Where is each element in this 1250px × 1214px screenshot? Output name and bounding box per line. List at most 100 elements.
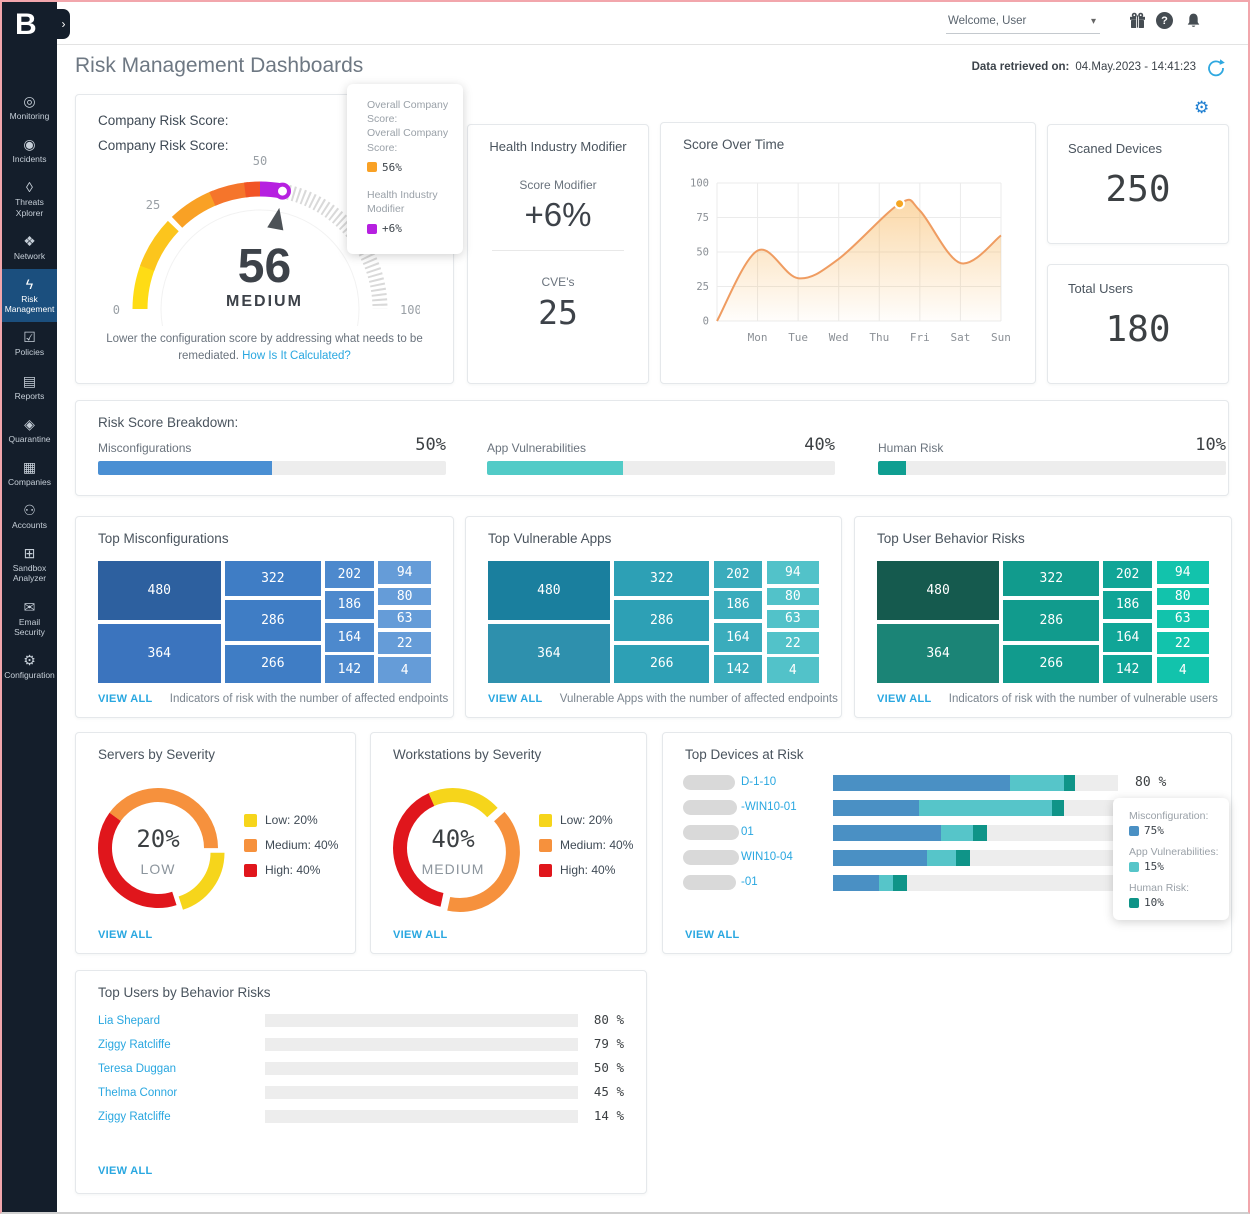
- sidebar-item[interactable]: ❖ Network: [2, 226, 57, 269]
- help-icon[interactable]: ?: [1156, 12, 1176, 32]
- treemap-tile[interactable]: 4: [1157, 657, 1209, 683]
- sidebar-item[interactable]: ◎ Monitoring: [2, 86, 57, 129]
- sidebar-item-label: Companies: [8, 477, 51, 487]
- user-link[interactable]: Thelma Connor: [98, 1087, 177, 1099]
- view-all-link[interactable]: VIEW ALL: [98, 929, 153, 941]
- treemap-tile[interactable]: 80: [378, 588, 431, 606]
- device-link[interactable]: -01: [741, 876, 758, 888]
- user-link[interactable]: Lia Shepard: [98, 1015, 160, 1027]
- user-link[interactable]: Ziggy Ratcliffe: [98, 1039, 171, 1051]
- sidebar-item[interactable]: ◊ Threats Xplorer: [2, 172, 57, 225]
- treemap-tile[interactable]: 364: [488, 624, 610, 683]
- sidebar-item[interactable]: ▤ Reports: [2, 366, 57, 409]
- sidebar-item-icon: ϟ: [26, 277, 33, 291]
- score-modifier-label: Score Modifier: [468, 178, 648, 192]
- gift-icon[interactable]: [1128, 12, 1148, 32]
- user-menu-dropdown[interactable]: Welcome, User ▾: [946, 12, 1100, 34]
- treemap-tile[interactable]: 202: [714, 561, 762, 588]
- device-link[interactable]: -WIN10-01: [741, 801, 797, 813]
- sidebar-item[interactable]: ⚙ Configuration: [2, 645, 57, 688]
- sidebar-item[interactable]: ◉ Incidents: [2, 129, 57, 172]
- user-row: Ziggy Ratcliffe 14 %: [98, 1107, 624, 1131]
- user-risk-bar: [265, 1062, 578, 1075]
- treemap-tile[interactable]: 142: [325, 655, 374, 683]
- view-all-link[interactable]: VIEW ALL: [685, 929, 740, 941]
- legend-item: High: 40%: [244, 863, 338, 877]
- treemap-tile[interactable]: 80: [1157, 588, 1209, 606]
- sidebar-item-icon: ▦: [23, 460, 36, 474]
- sidebar-collapse-button[interactable]: ›: [57, 9, 70, 39]
- sidebar-item[interactable]: ϟ Risk Management: [2, 269, 57, 322]
- treemap-tile[interactable]: 94: [1157, 561, 1209, 584]
- treemap-tile[interactable]: 322: [614, 561, 709, 596]
- treemap-tile[interactable]: 186: [714, 591, 762, 619]
- user-row: Ziggy Ratcliffe 79 %: [98, 1035, 624, 1059]
- user-link[interactable]: Ziggy Ratcliffe: [98, 1111, 171, 1123]
- treemap-tile[interactable]: 164: [714, 623, 762, 652]
- notifications-bell-icon[interactable]: [1184, 12, 1204, 32]
- how-is-it-calculated-link[interactable]: How Is It Calculated?: [242, 350, 351, 362]
- sidebar-item[interactable]: ▦ Companies: [2, 452, 57, 495]
- treemap-tile[interactable]: 63: [767, 610, 819, 629]
- view-all-link[interactable]: VIEW ALL: [393, 929, 448, 941]
- treemap-tile[interactable]: 142: [1103, 655, 1151, 683]
- treemap-tile[interactable]: 4: [767, 657, 819, 683]
- treemap-tile[interactable]: 94: [378, 561, 431, 584]
- treemap-tile[interactable]: 286: [614, 600, 709, 640]
- device-link[interactable]: D-1-10: [741, 776, 776, 788]
- user-rows: Lia Shepard 80 % Ziggy Ratcliffe 79 % Te…: [98, 1011, 624, 1131]
- treemap-tile[interactable]: 286: [225, 600, 321, 640]
- treemap-tile[interactable]: 364: [877, 624, 999, 683]
- workstations-severity-title: Workstations by Severity: [393, 747, 541, 762]
- sidebar-item-icon: ◉: [23, 137, 35, 151]
- view-all-link[interactable]: VIEW ALL: [98, 1165, 153, 1177]
- treemap-tile[interactable]: 266: [614, 645, 709, 683]
- treemap-tile[interactable]: 22: [767, 632, 819, 654]
- sidebar-item[interactable]: ✉ Email Security: [2, 592, 57, 645]
- treemap-tile[interactable]: 22: [1157, 632, 1209, 654]
- device-stacked-bar: [833, 775, 1118, 791]
- device-link[interactable]: 01: [741, 826, 754, 838]
- treemap-tile[interactable]: 186: [1103, 591, 1151, 619]
- view-all-link[interactable]: VIEW ALL: [488, 693, 543, 705]
- user-link[interactable]: Teresa Duggan: [98, 1063, 176, 1075]
- sidebar-item[interactable]: ⚇ Accounts: [2, 495, 57, 538]
- refresh-icon[interactable]: [1206, 58, 1226, 78]
- treemap-tile[interactable]: 266: [225, 645, 321, 683]
- treemap-tile[interactable]: 142: [714, 655, 762, 683]
- treemap-tile[interactable]: 286: [1003, 600, 1099, 640]
- sidebar-item[interactable]: ◈ Quarantine: [2, 409, 57, 452]
- svg-text:75: 75: [696, 212, 709, 224]
- sidebar-item-label: Configuration: [4, 670, 55, 680]
- treemap-tile[interactable]: 164: [325, 623, 374, 652]
- treemap-tile[interactable]: 164: [1103, 623, 1151, 652]
- treemap-tile[interactable]: 63: [1157, 610, 1209, 629]
- view-all-link[interactable]: VIEW ALL: [98, 693, 153, 705]
- treemap-tile[interactable]: 4: [378, 657, 431, 683]
- sidebar-item[interactable]: ⊞ Sandbox Analyzer: [2, 538, 57, 591]
- device-link[interactable]: WIN10-04: [741, 851, 793, 863]
- sidebar-item-label: Network: [14, 251, 45, 261]
- app-logo[interactable]: B: [2, 2, 57, 42]
- treemap-tile[interactable]: 22: [378, 632, 431, 654]
- treemap-tile[interactable]: 322: [1003, 561, 1099, 596]
- treemap-tile[interactable]: 80: [767, 588, 819, 606]
- treemap-tile[interactable]: 480: [488, 561, 610, 620]
- treemap-tile[interactable]: 266: [1003, 645, 1099, 683]
- scanned-devices-title: Scaned Devices: [1068, 141, 1162, 156]
- legend-item: Low: 20%: [244, 813, 338, 827]
- treemap-tile[interactable]: 202: [325, 561, 374, 588]
- treemap-tile[interactable]: 322: [225, 561, 321, 596]
- view-all-link[interactable]: VIEW ALL: [877, 693, 932, 705]
- treemap-tile[interactable]: 480: [877, 561, 999, 620]
- treemap-tile[interactable]: 364: [98, 624, 221, 683]
- sidebar-nav: ◎ Monitoring ◉ Incidents ◊ Threats Xplor…: [2, 86, 57, 688]
- treemap-tile[interactable]: 186: [325, 591, 374, 619]
- treemap-tile[interactable]: 94: [767, 561, 819, 584]
- sidebar-item[interactable]: ☑ Policies: [2, 322, 57, 365]
- chevron-right-icon: ›: [62, 17, 66, 31]
- treemap-tile[interactable]: 202: [1103, 561, 1151, 588]
- treemap-tile[interactable]: 480: [98, 561, 221, 620]
- dashboard-settings-gear-icon[interactable]: ⚙: [1194, 98, 1209, 118]
- treemap-tile[interactable]: 63: [378, 610, 431, 629]
